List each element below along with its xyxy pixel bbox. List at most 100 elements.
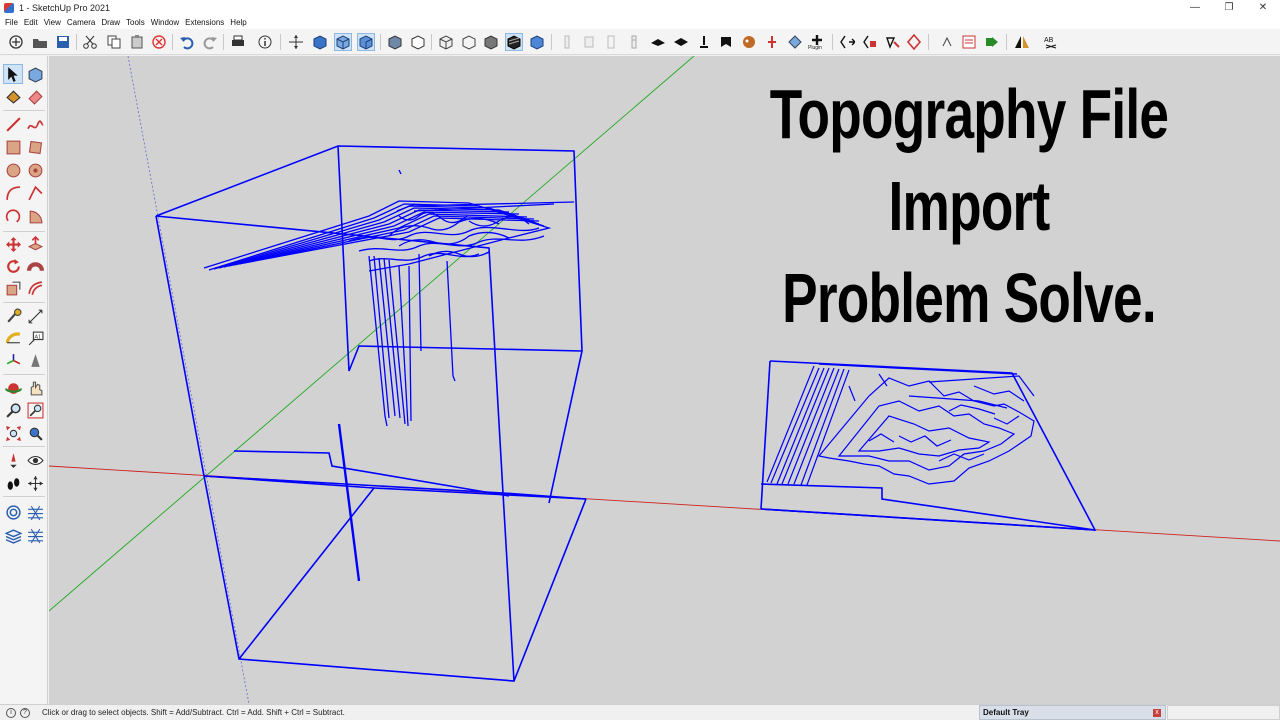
copy-icon[interactable]	[105, 33, 123, 51]
freehand-icon[interactable]	[25, 114, 45, 134]
sandbox-icon[interactable]	[649, 33, 667, 51]
wireframe-icon[interactable]	[482, 33, 500, 51]
push-pull-icon[interactable]	[25, 234, 45, 254]
arc-icon[interactable]	[3, 183, 23, 203]
section-plane-icon[interactable]	[25, 473, 45, 493]
protractor-icon[interactable]	[3, 328, 23, 348]
monochrome-icon[interactable]	[580, 33, 598, 51]
components-icon[interactable]	[740, 33, 758, 51]
three-point-arc-icon[interactable]	[3, 206, 23, 226]
flip-icon[interactable]	[1013, 33, 1031, 51]
menu-camera[interactable]: Camera	[64, 18, 98, 27]
tray-close-icon[interactable]: x	[1153, 709, 1161, 717]
unlock-icon[interactable]	[883, 33, 901, 51]
xray-icon[interactable]	[437, 33, 455, 51]
menu-edit[interactable]: Edit	[21, 18, 41, 27]
offset-icon[interactable]	[25, 278, 45, 298]
3d-text-icon[interactable]	[25, 350, 45, 370]
status-warning-icon[interactable]: i	[6, 707, 16, 718]
hand-icon[interactable]	[938, 33, 956, 51]
smoove-icon[interactable]	[3, 525, 23, 545]
add-location-icon[interactable]	[695, 33, 713, 51]
dimension-icon[interactable]	[25, 306, 45, 326]
stamp-icon[interactable]	[25, 525, 45, 545]
zoom-window-icon[interactable]	[25, 400, 45, 420]
advanced-icon[interactable]	[838, 33, 856, 51]
section-icon[interactable]	[672, 33, 690, 51]
model-info-icon[interactable]	[256, 33, 274, 51]
move-icon[interactable]	[3, 234, 23, 254]
iso-view-icon[interactable]	[287, 33, 305, 51]
figure-icon[interactable]	[763, 33, 781, 51]
text-label-icon[interactable]: A1	[25, 328, 45, 348]
minimize-button[interactable]: —	[1178, 0, 1212, 15]
text-icon[interactable]: AB	[1042, 33, 1060, 51]
circle-icon[interactable]	[3, 160, 23, 180]
plugin-icon[interactable]: Plugin	[808, 33, 826, 51]
right-view-icon[interactable]	[357, 33, 375, 51]
paint-bucket-icon[interactable]	[3, 86, 23, 106]
redo-icon[interactable]	[201, 33, 219, 51]
position-camera-icon[interactable]	[3, 450, 23, 470]
menu-help[interactable]: Help	[227, 18, 249, 27]
menu-draw[interactable]: Draw	[98, 18, 123, 27]
back-edges-icon[interactable]	[460, 33, 478, 51]
walk-icon[interactable]	[3, 473, 23, 493]
menu-tools[interactable]: Tools	[123, 18, 148, 27]
hidden-line-icon[interactable]	[505, 33, 523, 51]
save-icon[interactable]	[54, 33, 72, 51]
previous-view-icon[interactable]	[25, 423, 45, 443]
polygon-icon[interactable]	[25, 160, 45, 180]
restore-button[interactable]: ❐	[1212, 0, 1246, 15]
paste-icon[interactable]	[128, 33, 146, 51]
shaded-icon[interactable]	[528, 33, 546, 51]
orbit-icon[interactable]	[3, 378, 23, 398]
eraser-icon[interactable]	[25, 86, 45, 106]
sandbox-from-scratch-icon[interactable]	[25, 502, 45, 522]
close-button[interactable]: ✕	[1246, 0, 1280, 15]
look-around-icon[interactable]	[25, 450, 45, 470]
menu-window[interactable]: Window	[148, 18, 182, 27]
erase-icon[interactable]	[150, 33, 168, 51]
model-viewport[interactable]: Topography File Import Problem Solve.	[49, 56, 1280, 704]
axes-icon[interactable]	[3, 350, 23, 370]
menu-view[interactable]: View	[41, 18, 64, 27]
zoom-icon[interactable]	[3, 400, 23, 420]
shaded-textures-icon[interactable]	[558, 33, 576, 51]
new-icon[interactable]	[7, 33, 25, 51]
status-info-icon[interactable]: ?	[20, 707, 30, 718]
open-icon[interactable]	[31, 33, 49, 51]
left-view-icon[interactable]	[409, 33, 427, 51]
pie-icon[interactable]	[25, 206, 45, 226]
undo-icon[interactable]	[178, 33, 196, 51]
menu-extensions[interactable]: Extensions	[182, 18, 227, 27]
report-icon[interactable]	[960, 33, 978, 51]
zoom-extents-icon[interactable]	[3, 423, 23, 443]
make-component-icon[interactable]	[25, 64, 45, 84]
tape-measure-icon[interactable]	[3, 306, 23, 326]
lock-icon[interactable]	[861, 33, 879, 51]
two-point-arc-icon[interactable]	[25, 183, 45, 203]
top-view-icon[interactable]	[311, 33, 329, 51]
rotated-rectangle-icon[interactable]	[25, 137, 45, 157]
sandbox-from-contours-icon[interactable]	[3, 502, 23, 522]
back-view-icon[interactable]	[386, 33, 404, 51]
print-icon[interactable]	[229, 33, 247, 51]
geo-icon[interactable]	[717, 33, 735, 51]
diamond-icon[interactable]	[905, 33, 923, 51]
cut-icon[interactable]	[81, 33, 99, 51]
rectangle-icon[interactable]	[3, 137, 23, 157]
select-arrow-icon[interactable]	[3, 64, 23, 84]
scale-icon[interactable]	[3, 278, 23, 298]
export-icon[interactable]	[983, 33, 1001, 51]
follow-me-icon[interactable]	[25, 256, 45, 276]
rotate-icon[interactable]	[3, 256, 23, 276]
menu-file[interactable]: File	[2, 18, 21, 27]
line-icon[interactable]	[3, 114, 23, 134]
default-tray-tab[interactable]: Default Tray x	[979, 705, 1166, 720]
ruby-icon[interactable]	[786, 33, 804, 51]
front-view-icon[interactable]	[334, 33, 352, 51]
pan-icon[interactable]	[25, 378, 45, 398]
warehouse-icon[interactable]	[602, 33, 620, 51]
extension-icon[interactable]	[625, 33, 643, 51]
